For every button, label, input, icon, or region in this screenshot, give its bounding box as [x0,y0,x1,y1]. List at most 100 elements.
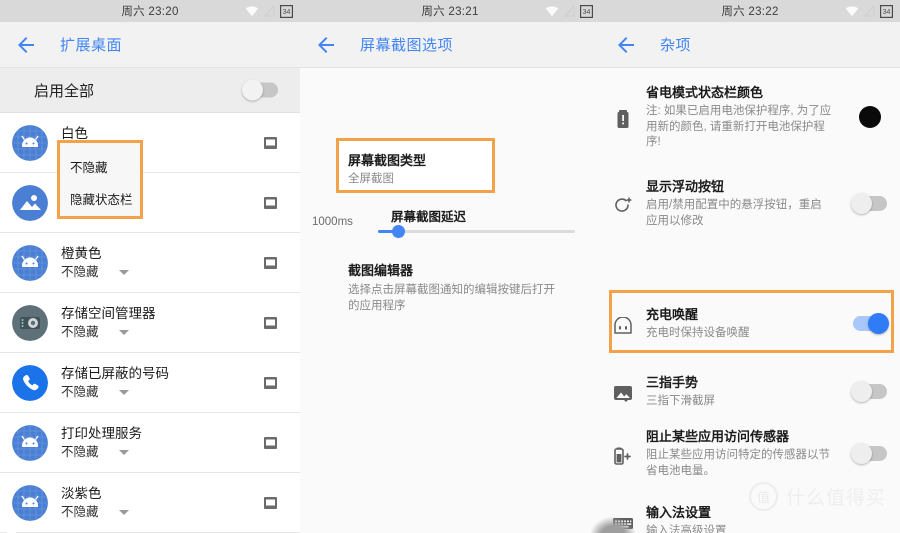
chevron-down-icon[interactable] [118,270,129,275]
gallery-image-icon [12,184,48,221]
app-hide-mode-value: 不隐藏 [61,505,99,519]
screenshot-delay-value: 1000ms [312,216,353,228]
setting-control[interactable] [840,428,900,479]
battery-plus-icon [600,428,646,479]
status-bar-left: 周六 23:20 34 [0,0,300,22]
app-bar-mid: 屏幕截图选项 [300,22,600,68]
status-bar-icons: 34 [545,0,593,22]
app-value-row[interactable]: 不隐藏 [61,445,142,460]
table-row[interactable]: 橙黄色 不隐藏 [0,233,300,293]
enable-all-row[interactable]: 启用全部 [0,68,300,113]
charging-wake-toggle[interactable] [853,313,889,335]
list-item-text: 显示浮动按钮 启用/禁用配置中的悬浮按钮，重启应用以修改 [646,178,840,229]
app-text-block: 存储空间管理器 不隐藏 [61,305,156,340]
battery-level-text: 34 [283,9,291,16]
list-item[interactable]: 省电模式状态栏颜色 注: 如果已启用电池保护程序, 为了应用新的颜色, 请重新打… [600,84,900,151]
image-gesture-icon [600,374,646,410]
wifi-icon [245,5,259,16]
app-bar-right: 杂项 [600,22,900,68]
list-item[interactable]: 充电唤醒 充电时保持设备唤醒 [600,306,900,342]
table-row[interactable]: 存储空间管理器 不隐藏 [0,293,300,353]
app-hide-mode-value: 不隐藏 [61,265,99,279]
app-value-row[interactable]: 不隐藏 [61,505,129,520]
setting-control[interactable] [840,306,900,342]
android-robot-icon [12,484,48,521]
block-sensors-toggle[interactable] [851,443,887,464]
screenshot-type-title: 屏幕截图类型 [348,153,427,168]
list-item-text: 阻止某些应用访问传感器 阻止某些应用访问特定的传感器以节省电池电量。 [646,428,840,479]
window-mode-icon[interactable] [263,255,278,270]
battery-icon: 34 [580,4,593,18]
app-value-row[interactable]: 不隐藏 [61,385,169,400]
toggle-knob [851,381,872,403]
battery-alert-icon [600,84,646,151]
setting-description: 注: 如果已启用电池保护程序, 为了应用新的颜色, 请重新打开电池保护程序! [646,105,832,148]
setting-title: 输入法设置 [646,505,712,520]
list-item[interactable]: 三指手势 三指下滑截屏 [600,374,900,410]
status-bar-time: 周六 23:21 [421,6,479,18]
misc-settings-body: 省电模式状态栏颜色 注: 如果已启用电池保护程序, 为了应用新的颜色, 请重新打… [600,68,900,533]
window-mode-icon[interactable] [263,135,278,150]
window-mode-icon[interactable] [263,435,278,450]
three-screenshot-collage: 周六 23:20 34 扩展桌面 启用全部 白色 橙黄色 不隐藏 存储空间管理器… [0,0,900,533]
window-mode-icon[interactable] [263,495,278,510]
signal-off-icon [864,5,875,17]
app-value-row[interactable]: 不隐藏 [61,265,129,280]
setting-description: 充电时保持设备唤醒 [646,327,750,339]
hide-mode-dropdown-menu[interactable]: 不隐藏 隐藏状态栏 [57,140,143,219]
dropdown-option-hide-statusbar[interactable]: 隐藏状态栏 [70,189,133,208]
floating-button-toggle[interactable] [851,193,887,214]
app-text-block: 淡紫色 不隐藏 [61,485,129,520]
back-arrow-icon[interactable] [14,33,38,57]
dropdown-option-no-hide[interactable]: 不隐藏 [70,157,108,176]
screenshot-editor-preference[interactable]: 截图编辑器 选择点击屏幕截图通知的编辑按键后打开的应用程序 [348,260,563,314]
window-mode-icon[interactable] [263,315,278,330]
mid-phone-screen: 周六 23:21 34 屏幕截图选项 屏幕截图类型 全屏截图 屏幕截图延迟 10… [300,0,600,533]
page-title: 屏幕截图选项 [360,37,454,54]
app-hide-mode-value: 不隐藏 [61,325,99,339]
screenshot-type-preference[interactable]: 屏幕截图类型 全屏截图 [348,150,426,187]
slider-thumb[interactable] [392,225,405,238]
setting-description: 阻止某些应用访问特定的传感器以节省电池电量。 [646,449,830,477]
back-arrow-icon[interactable] [314,33,338,57]
list-item[interactable]: 阻止某些应用访问传感器 阻止某些应用访问特定的传感器以节省电池电量。 [600,428,900,479]
watermark: 值 什么值得买 [748,482,886,511]
window-mode-icon[interactable] [263,375,278,390]
list-item-text: 三指手势 三指下滑截屏 [646,374,840,410]
android-robot-icon [12,244,48,281]
chevron-down-icon[interactable] [118,330,129,335]
setting-control[interactable] [840,84,900,151]
table-row[interactable]: 存储已屏蔽的号码 不隐藏 [0,353,300,413]
list-item[interactable]: 显示浮动按钮 启用/禁用配置中的悬浮按钮，重启应用以修改 [600,178,900,229]
table-row[interactable]: 淡紫色 不隐藏 [0,473,300,533]
setting-title: 省电模式状态栏颜色 [646,85,764,100]
app-value-row[interactable]: 不隐藏 [61,325,156,340]
phone-icon [12,364,48,401]
app-hide-mode-value: 不隐藏 [61,445,99,459]
screenshot-type-value: 全屏截图 [348,173,394,185]
chevron-down-icon[interactable] [118,450,129,455]
table-row[interactable]: 白色 不隐藏 [0,113,300,173]
setting-description: 三指下滑截屏 [646,395,715,407]
table-row[interactable] [0,173,300,233]
window-mode-icon[interactable] [263,195,278,210]
enable-all-toggle[interactable] [242,79,278,101]
table-row[interactable]: 打印处理服务 不隐藏 [0,413,300,473]
three-finger-gesture-toggle[interactable] [851,381,887,403]
toggle-knob [242,79,263,101]
setting-description: 启用/禁用配置中的悬浮按钮，重启应用以修改 [646,199,822,227]
app-name: 存储空间管理器 [61,306,156,321]
toggle-knob [851,443,872,464]
battery-icon: 34 [880,4,893,18]
chevron-down-icon[interactable] [118,390,129,395]
color-swatch[interactable] [859,106,881,129]
setting-control[interactable] [840,178,900,229]
refresh-plus-icon [600,178,646,229]
setting-control[interactable] [840,374,900,410]
back-arrow-icon[interactable] [614,33,638,57]
screenshot-editor-title: 截图编辑器 [348,263,414,278]
chevron-down-icon[interactable] [118,510,129,515]
screenshot-delay-slider[interactable] [378,225,575,238]
app-name: 淡紫色 [61,486,102,501]
status-bar-time: 周六 23:20 [121,6,179,18]
